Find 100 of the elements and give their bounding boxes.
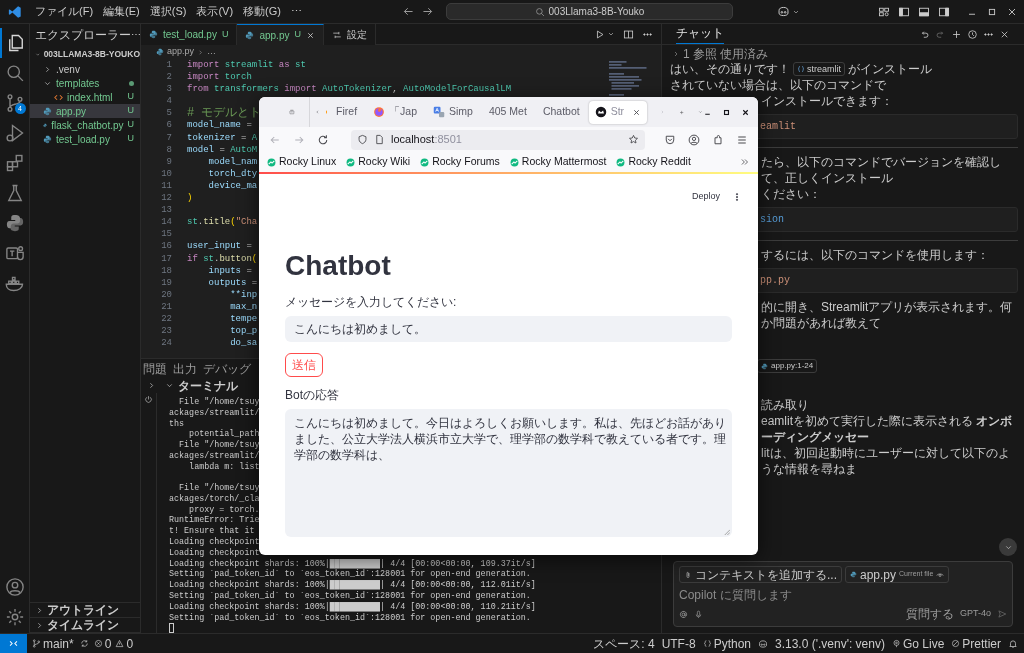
branch-button[interactable]: main* <box>32 634 74 653</box>
chat-input-field[interactable]: Copilot に質問します <box>679 586 1007 603</box>
bookmark[interactable]: Rocky Mattermost <box>509 154 607 170</box>
browser-tab[interactable]: 「Jap <box>367 100 423 124</box>
browser-tab[interactable]: 405 Met <box>482 100 533 124</box>
maximize-icon[interactable] <box>722 107 731 117</box>
chevron-right-icon[interactable] <box>147 381 156 390</box>
run-icon[interactable] <box>594 28 605 40</box>
close-icon[interactable] <box>632 107 642 117</box>
reload-icon[interactable] <box>317 133 329 146</box>
editor-tab[interactable]: test_load.py U <box>141 24 238 45</box>
terminal-power-icon[interactable] <box>144 395 153 404</box>
symbol-chip[interactable]: streamlit <box>793 62 845 76</box>
code-line: top_p <box>229 325 258 338</box>
python-icon[interactable] <box>4 213 25 233</box>
panel-tab[interactable]: 問題 <box>143 359 167 378</box>
prettier-button[interactable]: Prettier <box>951 634 1001 653</box>
menu-item[interactable]: 選択(S) <box>144 3 192 20</box>
bookmark-star-icon[interactable] <box>628 134 639 145</box>
menu-item[interactable]: 編集(E) <box>98 3 145 20</box>
line-number: 6 <box>165 119 173 132</box>
git-status-label: U <box>127 118 134 132</box>
bookmark[interactable]: Rocky Forums <box>420 154 500 170</box>
bookmark[interactable]: Rocky Linux <box>267 154 337 170</box>
browser-tab[interactable]: Chatbot <box>536 100 586 124</box>
menu-item[interactable]: 表示(V) <box>191 3 239 20</box>
model-picker[interactable]: GPT-4o <box>960 607 991 621</box>
status-item[interactable]: スペース: 4 <box>593 634 655 653</box>
file-row[interactable]: app.py U <box>30 104 140 118</box>
browser-tab[interactable]: Simp <box>427 100 479 124</box>
toggle-sidebar-icon[interactable] <box>898 5 910 18</box>
terminal-line: ackages/streamlit/ <box>169 407 260 419</box>
breadcrumb-item[interactable]: … <box>207 45 217 59</box>
undo-icon[interactable] <box>919 28 930 40</box>
chevron-down-icon[interactable] <box>607 30 615 38</box>
command-center-search[interactable]: 003Llama3-8B-Youko <box>445 3 733 20</box>
mode-picker[interactable]: 質問する <box>906 605 954 623</box>
back-arrow-icon[interactable] <box>401 5 415 18</box>
section-header[interactable]: アウトライン <box>47 601 119 619</box>
chevron-right-icon[interactable] <box>35 605 44 615</box>
panel-tab[interactable]: 出力 <box>173 359 197 378</box>
file-row[interactable]: flask_chatbot.py U <box>30 118 140 132</box>
status-item[interactable]: UTF-8 <box>661 634 696 653</box>
bookmark[interactable]: Rocky Wiki <box>346 154 411 170</box>
remote-button[interactable] <box>0 633 27 653</box>
file-row[interactable]: index.html U <box>30 90 140 104</box>
chevron-right-icon[interactable] <box>672 50 680 58</box>
file-row[interactable]: test_load.py U <box>30 132 140 146</box>
split-editor-icon[interactable] <box>623 28 634 40</box>
section-header[interactable]: タイムライン <box>47 616 119 634</box>
sync-icon[interactable] <box>79 639 89 648</box>
breadcrumb-item[interactable]: app.py <box>167 45 195 59</box>
forward-arrow-icon[interactable] <box>420 5 434 18</box>
add-context-button[interactable]: コンテキストを追加する... <box>679 566 842 583</box>
settings-icon[interactable] <box>4 607 25 627</box>
chevron-down-icon[interactable] <box>165 381 174 390</box>
folder-name[interactable]: 003LLAMA3-8B-YOUKO <box>43 47 140 61</box>
resize-grip-icon[interactable] <box>723 528 730 535</box>
chat-tab[interactable]: チャット <box>676 24 724 44</box>
language-mode-button[interactable]: Python <box>702 634 751 653</box>
history-icon[interactable] <box>967 28 978 40</box>
more-actions-button[interactable]: ⋯ <box>131 27 141 42</box>
toggle-secondary-sidebar-icon[interactable] <box>938 5 950 18</box>
customize-layout-icon[interactable] <box>878 5 890 18</box>
account-icon[interactable] <box>688 133 700 146</box>
bell-icon[interactable] <box>1008 638 1018 649</box>
search-icon[interactable] <box>4 63 25 83</box>
run-debug-icon[interactable] <box>4 123 25 143</box>
terminal-title[interactable]: ターミナル <box>178 376 238 395</box>
references-toggle[interactable]: 1 参照 使用済み <box>683 46 769 62</box>
chevron-right-icon[interactable] <box>35 620 44 630</box>
bookmark[interactable]: Rocky Reddit <box>616 154 691 170</box>
go-live-button[interactable]: Go Live <box>891 634 945 653</box>
menu-item[interactable]: ファイル(F) <box>30 3 99 20</box>
menu-item[interactable]: ⋯ <box>285 3 307 20</box>
microphone-icon[interactable] <box>694 609 703 619</box>
extensions-icon[interactable] <box>712 133 724 146</box>
editor-tab[interactable]: app.py U <box>237 24 324 45</box>
pocket-icon[interactable] <box>664 133 676 146</box>
problems-button[interactable]: 0 0 <box>93 634 134 653</box>
teams-icon[interactable] <box>4 243 25 263</box>
file-row[interactable]: .venv <box>30 62 140 76</box>
address-bar[interactable]: localhost:8501 <box>351 129 645 150</box>
editor-tab[interactable]: 設定 <box>323 24 376 45</box>
extensions-icon[interactable] <box>4 153 25 173</box>
message-input[interactable]: こんにちは初めまして。 <box>285 316 732 342</box>
close-icon[interactable] <box>741 107 750 117</box>
source-control-icon[interactable] <box>4 93 25 113</box>
toggle-panel-icon[interactable] <box>918 5 930 18</box>
deploy-button[interactable]: Deploy <box>692 190 720 204</box>
plus-icon[interactable] <box>951 28 962 40</box>
bookmark-favicon-icon <box>509 157 519 167</box>
account-icon[interactable] <box>4 577 25 597</box>
interpreter-button[interactable]: 3.13.0 ('.venv': venv) <box>775 634 885 653</box>
panel-tab[interactable]: デバッグ <box>203 359 251 378</box>
menu-item[interactable]: 移動(G) <box>238 3 286 20</box>
file-row[interactable]: templates <box>30 76 140 90</box>
mention-icon[interactable] <box>679 609 688 619</box>
close-icon[interactable] <box>305 30 315 40</box>
browser-tab[interactable]: Firef <box>324 100 364 124</box>
